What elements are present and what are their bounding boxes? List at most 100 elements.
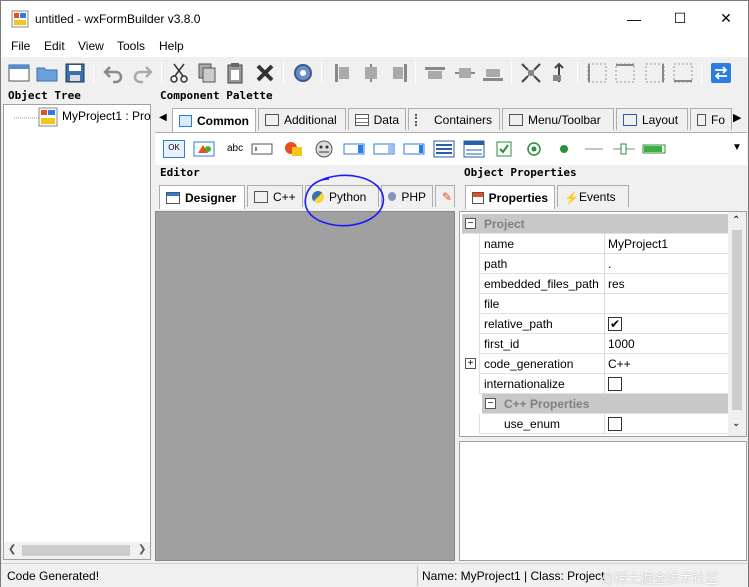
property-row[interactable]: first_id 1000 bbox=[462, 334, 728, 354]
status-bar: Code Generated! Name: MyProject1 | Class… bbox=[1, 563, 748, 587]
editor-tab-designer[interactable]: Designer bbox=[159, 185, 245, 209]
palette-tab-menu-toolbar[interactable]: Menu/Toolbar bbox=[502, 108, 614, 130]
expand-icon[interactable] bbox=[519, 61, 543, 85]
property-vertical-scrollbar[interactable]: ⌃ ⌄ bbox=[728, 212, 746, 436]
palette-choice-icon[interactable] bbox=[343, 140, 365, 158]
paste-icon[interactable] bbox=[223, 61, 247, 85]
editor-canvas[interactable] bbox=[155, 211, 455, 561]
palette-list-icon[interactable] bbox=[433, 140, 455, 158]
property-value[interactable]: res bbox=[608, 277, 625, 291]
tree-root-item[interactable]: MyProject1 : Pro bbox=[62, 109, 151, 123]
scroll-up-icon[interactable]: ⌃ bbox=[732, 215, 740, 226]
border-top-icon[interactable] bbox=[613, 61, 637, 85]
property-value[interactable]: 1000 bbox=[608, 337, 635, 351]
property-row[interactable]: + code_generation C++ bbox=[462, 354, 728, 374]
expand-icon[interactable]: + bbox=[465, 358, 476, 369]
palette-textctrl-icon[interactable] bbox=[251, 140, 273, 158]
property-row[interactable]: path. bbox=[462, 254, 728, 274]
palette-radio-filled-icon[interactable] bbox=[553, 140, 575, 158]
align-bottom-icon[interactable] bbox=[481, 61, 505, 85]
align-left-icon[interactable] bbox=[331, 61, 355, 85]
undo-icon[interactable] bbox=[101, 61, 125, 85]
property-checkbox[interactable]: ✔ bbox=[608, 317, 622, 331]
scrollbar-thumb[interactable] bbox=[732, 230, 742, 410]
object-tree-panel: MyProject1 : Pro ❮ ❯ bbox=[3, 104, 151, 560]
palette-tab-common[interactable]: Common bbox=[172, 108, 256, 132]
palette-spin-icon[interactable] bbox=[403, 140, 425, 158]
border-right-icon[interactable] bbox=[643, 61, 667, 85]
property-name: file bbox=[484, 297, 500, 311]
swap-icon[interactable] bbox=[709, 61, 733, 85]
copy-icon[interactable] bbox=[195, 61, 219, 85]
editor-tab-cpp[interactable]: C++ bbox=[247, 185, 303, 207]
property-checkbox[interactable] bbox=[608, 417, 622, 431]
stretch-icon[interactable] bbox=[547, 61, 571, 85]
align-right-icon[interactable] bbox=[387, 61, 411, 85]
palette-static-bitmap-icon[interactable] bbox=[283, 140, 305, 158]
palette-tab-data[interactable]: Data bbox=[348, 108, 406, 130]
property-category[interactable]: − C++ Properties bbox=[462, 394, 728, 414]
events-tab[interactable]: ⚡ Events bbox=[557, 185, 629, 207]
scroll-down-icon[interactable]: ⌄ bbox=[732, 418, 740, 429]
cut-icon[interactable] bbox=[167, 61, 191, 85]
palette-static-text-item[interactable]: abc bbox=[227, 140, 247, 158]
scrollbar-thumb[interactable] bbox=[22, 545, 130, 556]
palette-grid-icon[interactable] bbox=[463, 140, 485, 158]
generate-code-gear-icon[interactable] bbox=[291, 61, 315, 85]
minimize-button[interactable]: — bbox=[611, 1, 657, 36]
palette-button-item[interactable]: OK bbox=[163, 140, 185, 158]
palette-tab-forms[interactable]: Fo bbox=[690, 108, 732, 130]
scroll-left-icon[interactable]: ❮ bbox=[8, 544, 16, 555]
main-toolbar bbox=[1, 56, 748, 88]
property-value[interactable]: C++ bbox=[608, 357, 631, 371]
palette-listbox-icon[interactable] bbox=[373, 140, 395, 158]
collapse-icon[interactable]: − bbox=[465, 218, 476, 229]
palette-radio-icon[interactable] bbox=[523, 140, 545, 158]
menu-view[interactable]: View bbox=[78, 39, 104, 53]
border-left-icon[interactable] bbox=[585, 61, 609, 85]
border-bottom-icon[interactable] bbox=[671, 61, 695, 85]
property-value[interactable]: MyProject1 bbox=[608, 237, 668, 251]
palette-checkbox-icon[interactable] bbox=[493, 140, 515, 158]
delete-icon[interactable] bbox=[253, 61, 277, 85]
new-project-icon[interactable] bbox=[7, 61, 31, 85]
property-checkbox[interactable] bbox=[608, 377, 622, 391]
palette-scroll-left-icon[interactable]: ◀ bbox=[159, 112, 167, 123]
editor-tab-more[interactable]: ✎ bbox=[435, 185, 455, 207]
menu-edit[interactable]: Edit bbox=[44, 39, 65, 53]
property-value[interactable]: . bbox=[608, 257, 611, 271]
palette-gauge-icon[interactable] bbox=[641, 140, 667, 158]
align-middle-icon[interactable] bbox=[453, 61, 477, 85]
align-top-icon[interactable] bbox=[423, 61, 447, 85]
property-row[interactable]: internationalize bbox=[462, 374, 728, 394]
save-icon[interactable] bbox=[63, 61, 87, 85]
property-row[interactable]: use_enum bbox=[462, 414, 728, 434]
property-row[interactable]: embedded_files_path res bbox=[462, 274, 728, 294]
property-category[interactable]: − Project bbox=[462, 214, 728, 234]
maximize-button[interactable]: ☐ bbox=[657, 1, 703, 36]
property-row[interactable]: file bbox=[462, 294, 728, 314]
menu-file[interactable]: File bbox=[11, 39, 30, 53]
redo-icon[interactable] bbox=[131, 61, 155, 85]
palette-slider-icon[interactable] bbox=[611, 140, 637, 158]
menu-help[interactable]: Help bbox=[159, 39, 184, 53]
property-row[interactable]: relative_path ✔ bbox=[462, 314, 728, 334]
palette-static-line-icon[interactable] bbox=[583, 140, 605, 158]
collapse-icon[interactable]: − bbox=[485, 398, 496, 409]
palette-tab-containers[interactable]: Containers bbox=[408, 108, 500, 130]
property-row[interactable]: name MyProject1 bbox=[462, 234, 728, 254]
tab-label: Containers bbox=[434, 112, 493, 127]
palette-tab-additional[interactable]: Additional bbox=[258, 108, 346, 130]
properties-tab[interactable]: Properties bbox=[465, 185, 555, 209]
open-folder-icon[interactable] bbox=[35, 61, 59, 85]
palette-tab-layout[interactable]: Layout bbox=[616, 108, 688, 130]
tree-horizontal-scrollbar[interactable]: ❮ ❯ bbox=[4, 542, 150, 559]
close-button[interactable]: ✕ bbox=[703, 1, 749, 36]
palette-scroll-right-icon[interactable]: ▶ bbox=[733, 111, 741, 124]
palette-combobox-icon[interactable] bbox=[313, 140, 335, 158]
scroll-right-icon[interactable]: ❯ bbox=[138, 544, 146, 555]
palette-bitmap-button-icon[interactable] bbox=[193, 140, 215, 158]
menu-tools[interactable]: Tools bbox=[117, 39, 145, 53]
palette-overflow-icon[interactable]: ▼ bbox=[732, 142, 742, 153]
align-center-icon[interactable] bbox=[359, 61, 383, 85]
